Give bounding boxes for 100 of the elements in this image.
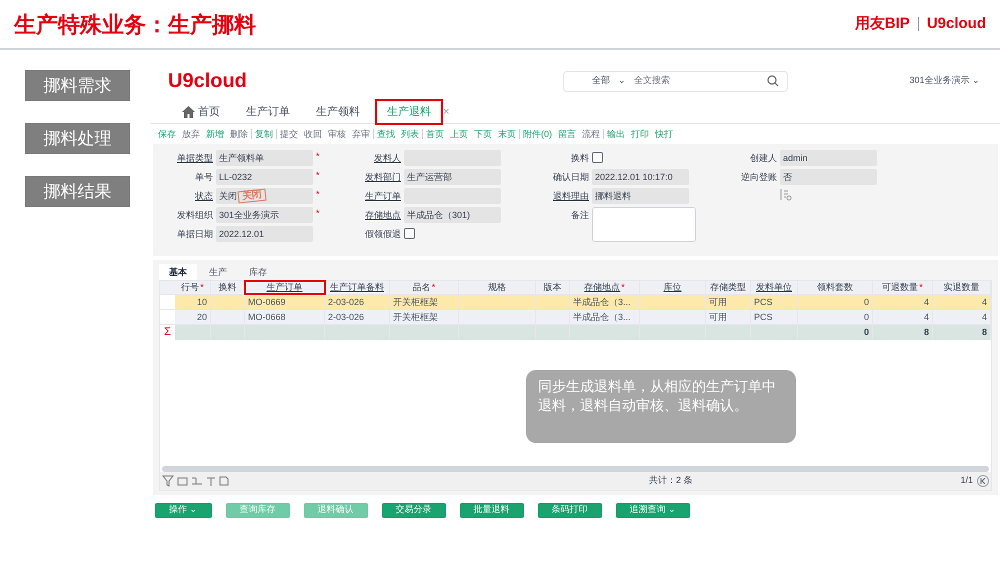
column-header: 存储地点* bbox=[570, 281, 640, 294]
field-label-link[interactable]: 单据类型 bbox=[153, 150, 213, 166]
tab[interactable]: 首页 bbox=[173, 101, 229, 123]
action-button[interactable]: 交易分录 bbox=[382, 502, 446, 518]
field-label: 逆向登账 bbox=[740, 171, 777, 184]
column-header: 领料套数 bbox=[798, 281, 873, 294]
first-page-icon[interactable] bbox=[977, 475, 989, 487]
tab[interactable]: 生产订单 bbox=[237, 101, 299, 123]
date-field[interactable]: 2022.12.01 bbox=[216, 226, 313, 242]
field-label-link[interactable]: 发料部门 bbox=[341, 169, 401, 185]
toolbar-button[interactable]: 上页 bbox=[447, 129, 471, 139]
table-cell: 8 bbox=[933, 325, 991, 340]
textarea-field[interactable] bbox=[592, 207, 696, 242]
menu-item[interactable]: 挪料处理 bbox=[25, 123, 130, 154]
tab[interactable]: 生产退料 bbox=[377, 101, 441, 123]
toolbar-button[interactable]: 打印 bbox=[628, 129, 652, 139]
column-header: 规格 bbox=[459, 281, 536, 294]
required-mark: * bbox=[316, 150, 320, 163]
column-header: 换料 bbox=[211, 281, 245, 294]
table-cell: 8 bbox=[873, 325, 933, 340]
app-logo: U9cloud bbox=[168, 69, 248, 94]
select-field[interactable]: 301全业务演示 bbox=[216, 207, 313, 223]
field-label: 确认日期 bbox=[552, 171, 589, 184]
table-cell: 0 bbox=[798, 310, 873, 324]
toolbar-button[interactable]: 保存 bbox=[155, 129, 179, 139]
brand-logo: 用友BIP bbox=[854, 14, 910, 34]
field-label-link[interactable]: 生产订单 bbox=[341, 188, 401, 204]
action-button[interactable]: 操作 ⌄ bbox=[155, 502, 212, 518]
toolbar-button[interactable]: 输出 bbox=[604, 129, 628, 139]
table-row[interactable]: 10 MO-0669 2-03-026 开关柜框架 半成品仓（3... 可用 PCS 0 4 4 bbox=[160, 295, 991, 310]
field-label-link[interactable]: 退料理由 bbox=[529, 188, 589, 204]
action-button[interactable]: 批量退料 bbox=[460, 502, 524, 518]
toolbar-button[interactable]: 查找 bbox=[374, 129, 398, 139]
table-cell: 可用 bbox=[706, 310, 751, 324]
search-icon[interactable] bbox=[767, 75, 779, 87]
required-mark: * bbox=[316, 188, 320, 201]
menu-item[interactable]: 挪料需求 bbox=[25, 70, 130, 101]
table-cell: PCS bbox=[751, 295, 798, 309]
toolbar-button[interactable]: 留言 bbox=[555, 129, 579, 139]
callout-bubble: 同步生成退料单，从相应的生产订单中退料，退料自动审核、退料确认。 bbox=[526, 370, 796, 443]
toolbar-button[interactable]: 快打 bbox=[652, 129, 676, 139]
select-field[interactable]: 生产领料单 bbox=[216, 150, 313, 166]
user-menu[interactable]: 301全业务演示 ⌄ bbox=[909, 74, 980, 88]
checkbox[interactable] bbox=[592, 152, 603, 163]
tab[interactable]: 库存 bbox=[239, 264, 277, 280]
field-label: 发料组织 bbox=[176, 209, 213, 222]
field-label: 创建人 bbox=[749, 152, 777, 165]
field-label-link[interactable]: 存储地点 bbox=[341, 207, 401, 223]
action-button[interactable]: 追溯查询 ⌄ bbox=[616, 502, 690, 518]
toolbar-button[interactable]: 列表 bbox=[398, 129, 423, 139]
table-cell: 4 bbox=[873, 310, 933, 324]
field-label: 单号 bbox=[194, 171, 213, 184]
tab[interactable]: 生产领料 bbox=[307, 101, 369, 123]
table-cell: 0 bbox=[798, 295, 873, 309]
toolbar-button[interactable]: 首页 bbox=[423, 129, 447, 139]
select-field[interactable]: 半成品仓（301) bbox=[404, 207, 501, 223]
column-header: 发料单位 bbox=[751, 281, 798, 294]
search-field[interactable]: 全部 ⌄ 全文搜索 bbox=[563, 70, 788, 92]
table-cell: 开关柜框架 bbox=[390, 295, 459, 309]
tab[interactable]: 生产 bbox=[199, 264, 237, 280]
select-field[interactable]: 挪料退料 bbox=[592, 188, 689, 204]
scrollbar[interactable] bbox=[162, 466, 989, 472]
table-cell: 10 bbox=[175, 295, 211, 309]
action-button[interactable]: 条码打印 bbox=[538, 502, 602, 518]
select-field[interactable]: 生产运营部 bbox=[404, 169, 501, 185]
close-icon[interactable]: × bbox=[443, 106, 450, 118]
field-label: 备注 bbox=[570, 209, 589, 222]
table-cell: MO-0669 bbox=[245, 295, 325, 309]
menu-item[interactable]: 挪料结果 bbox=[25, 176, 130, 207]
table-cell: 2-03-026 bbox=[325, 310, 390, 324]
table-cell: 4 bbox=[873, 295, 933, 309]
column-header: 生产订单 bbox=[245, 281, 325, 294]
input-field[interactable]: LL-0232 bbox=[216, 169, 313, 185]
tab[interactable]: 基本 bbox=[159, 264, 197, 280]
required-mark: * bbox=[316, 169, 320, 182]
sum-icon: Σ bbox=[160, 325, 175, 340]
column-header: 实退数量 bbox=[933, 281, 991, 294]
table-cell: 2-03-026 bbox=[325, 295, 390, 309]
input-field[interactable]: admin bbox=[780, 150, 877, 166]
table-cell: 4 bbox=[933, 295, 991, 309]
column-header: 生产订单备料 bbox=[325, 281, 390, 294]
table-cell: 开关柜框架 bbox=[390, 310, 459, 324]
toolbar-button[interactable]: 下页 bbox=[471, 129, 495, 139]
column-header: 可退数量* bbox=[873, 281, 933, 294]
select-field[interactable]: 否 bbox=[780, 169, 877, 185]
checkbox[interactable] bbox=[404, 228, 415, 239]
toolbar-button[interactable]: 附件(0) bbox=[520, 129, 555, 139]
date-field[interactable]: 2022.12.01 10:17:0 bbox=[592, 169, 689, 185]
toolbar-button[interactable]: 末页 bbox=[495, 129, 520, 139]
list-settings-icon[interactable] bbox=[780, 188, 792, 201]
field-label: 假领假退 bbox=[364, 228, 401, 241]
table-row[interactable]: 20 MO-0668 2-03-026 开关柜框架 半成品仓（3... 可用 PCS 0 4 4 bbox=[160, 310, 991, 325]
table-cell: MO-0668 bbox=[245, 310, 325, 324]
table-cell: 4 bbox=[933, 310, 991, 324]
field-label-link[interactable]: 状态 bbox=[153, 188, 213, 204]
home-icon bbox=[182, 106, 195, 118]
slide-title: 生产特殊业务：生产挪料 bbox=[14, 10, 256, 38]
field-label-link[interactable]: 发料人 bbox=[341, 150, 401, 166]
toolbar-button[interactable]: 复制 bbox=[252, 129, 277, 139]
toolbar-button[interactable]: 新增 bbox=[203, 129, 227, 139]
